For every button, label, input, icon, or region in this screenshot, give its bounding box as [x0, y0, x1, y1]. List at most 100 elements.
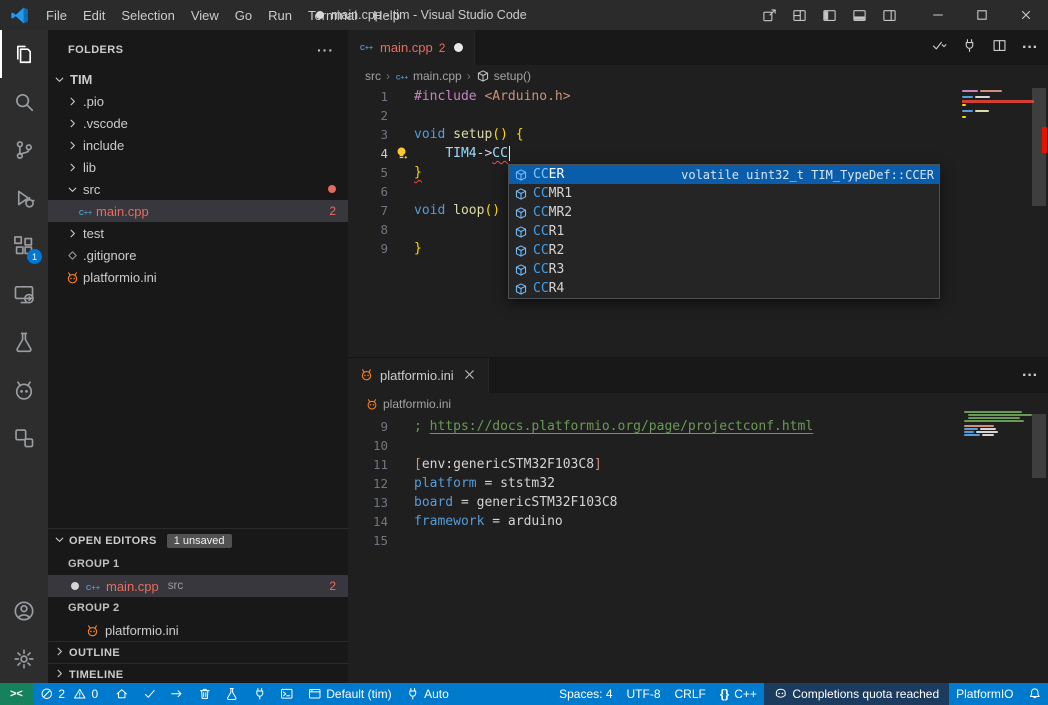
menu-view[interactable]: View: [183, 0, 227, 30]
tree-item-lib[interactable]: lib: [48, 156, 348, 178]
more-actions-icon[interactable]: ···: [317, 42, 334, 58]
activity-platformio[interactable]: [0, 366, 48, 414]
folders-section-header[interactable]: FOLDERS ···: [48, 36, 348, 64]
error-icon: [40, 687, 54, 701]
tree-item-include[interactable]: include: [48, 134, 348, 156]
split-editor-button[interactable]: [992, 38, 1007, 58]
activity-search[interactable]: [0, 78, 48, 126]
run-build-button[interactable]: [932, 38, 947, 58]
tab-main-cpp[interactable]: C++ main.cpp 2: [348, 30, 475, 65]
tree-item-test[interactable]: test: [48, 222, 348, 244]
code-line-11[interactable]: 11 [env:genericSTM32F103C8]: [348, 455, 1048, 474]
menu-file[interactable]: File: [38, 0, 75, 30]
open-editor-platformio.ini[interactable]: platformio.ini: [48, 619, 348, 641]
tree-item-main.cpp[interactable]: C++main.cpp2: [48, 200, 348, 222]
scrollbar[interactable]: [1032, 414, 1046, 478]
breadcrumb-src[interactable]: src: [365, 69, 381, 83]
tree-item-.vscode[interactable]: .vscode: [48, 112, 348, 134]
activity-source-control[interactable]: [0, 126, 48, 174]
breadcrumb-main.cpp[interactable]: C++main.cpp: [395, 69, 462, 83]
maximize-button[interactable]: [960, 0, 1004, 30]
customize-layout-button[interactable]: [784, 0, 814, 30]
minimap[interactable]: [962, 411, 1034, 445]
encoding-status[interactable]: UTF-8: [620, 683, 668, 705]
code-line-3[interactable]: 3 void setup() {: [348, 125, 1048, 144]
suggestion-CCR3[interactable]: CCR3: [509, 260, 939, 279]
breadcrumb-platformio.ini[interactable]: platformio.ini: [365, 397, 451, 411]
suggestion-CCR1[interactable]: CCR1: [509, 222, 939, 241]
pio-upload-button[interactable]: [163, 683, 191, 705]
breadcrumb-setup()[interactable]: setup(): [476, 69, 531, 83]
code-line-15[interactable]: 15: [348, 531, 1048, 550]
hierarchy-icon: [13, 427, 35, 449]
open-editor-main.cpp[interactable]: C++main.cpp src 2: [48, 575, 348, 597]
open-remote-window-button[interactable]: [754, 0, 784, 30]
activity-run-and-debug[interactable]: [0, 174, 48, 222]
pio-port-button[interactable]: Auto: [399, 683, 456, 705]
serial-monitor-button[interactable]: [962, 38, 977, 58]
suggestion-CCR4[interactable]: CCR4: [509, 279, 939, 298]
suggestion-CCR2[interactable]: CCR2: [509, 241, 939, 260]
tab-bar-group1: C++ main.cpp 2 ···: [348, 30, 1048, 65]
code-line-12[interactable]: 12 platform = ststm32: [348, 474, 1048, 493]
code-line-10[interactable]: 10: [348, 436, 1048, 455]
close-button[interactable]: [1004, 0, 1048, 30]
code-line-9[interactable]: 9 ; https://docs.platformio.org/page/pro…: [348, 417, 1048, 436]
menu-go[interactable]: Go: [227, 0, 260, 30]
activity-project-tasks[interactable]: [0, 414, 48, 462]
activity-explorer[interactable]: [0, 30, 48, 78]
activity-extensions[interactable]: 1: [0, 222, 48, 270]
activity-manage-settings[interactable]: [0, 635, 48, 683]
code-line-2[interactable]: 2: [348, 106, 1048, 125]
suggestion-CCMR2[interactable]: CCMR2: [509, 203, 939, 222]
tree-item-TIM[interactable]: TIM: [48, 68, 348, 90]
toggle-secondary-sidebar-button[interactable]: [874, 0, 904, 30]
activity-testing[interactable]: [0, 318, 48, 366]
problems-status[interactable]: 20: [33, 683, 108, 705]
pio-test-button[interactable]: [218, 683, 246, 705]
pio-build-button[interactable]: [136, 683, 164, 705]
code-line-1[interactable]: 1 #include <Arduino.h>: [348, 87, 1048, 106]
outline-section-header[interactable]: OUTLINE: [48, 641, 348, 663]
code-line-13[interactable]: 13 board = genericSTM32F103C8: [348, 493, 1048, 512]
pio-clean-button[interactable]: [191, 683, 219, 705]
remote-indicator[interactable]: ><: [0, 683, 33, 705]
activity-remote-explorer[interactable]: [0, 270, 48, 318]
minimap[interactable]: [962, 88, 1034, 128]
activity-accounts[interactable]: [0, 587, 48, 635]
pio-home-button[interactable]: [108, 683, 136, 705]
more-actions-button[interactable]: ···: [1022, 39, 1038, 57]
code-editor-platformio-ini[interactable]: 9 ; https://docs.platformio.org/page/pro…: [348, 417, 1048, 550]
pio-serial-monitor-button[interactable]: [246, 683, 274, 705]
layoutSidebarRight-icon: [882, 8, 897, 23]
pio-terminal-button[interactable]: [273, 683, 301, 705]
language-mode-status[interactable]: {}C++: [713, 683, 764, 705]
tree-item-src[interactable]: src: [48, 178, 348, 200]
menu-selection[interactable]: Selection: [113, 0, 182, 30]
copilot-status[interactable]: Completions quota reached: [764, 683, 949, 705]
timeline-section-header[interactable]: TIMELINE: [48, 663, 348, 683]
tab-dirty-dot[interactable]: [454, 43, 463, 52]
menu-run[interactable]: Run: [260, 0, 300, 30]
platformio-status[interactable]: PlatformIO: [949, 683, 1020, 705]
tree-item-.gitignore[interactable]: .gitignore: [48, 244, 348, 266]
tab-close-button[interactable]: [462, 367, 477, 385]
code-line-4[interactable]: 4 TIM4->CC: [348, 144, 1048, 163]
notifications-bell[interactable]: [1021, 683, 1048, 705]
tree-item-.pio[interactable]: .pio: [48, 90, 348, 112]
indentation-status[interactable]: Spaces: 4: [552, 683, 619, 705]
eol-status[interactable]: CRLF: [668, 683, 713, 705]
suggestion-CCMR1[interactable]: CCMR1: [509, 184, 939, 203]
tab-platformio-ini[interactable]: platformio.ini: [348, 358, 489, 393]
toggle-primary-sidebar-button[interactable]: [814, 0, 844, 30]
menu-edit[interactable]: Edit: [75, 0, 113, 30]
toggle-panel-button[interactable]: [844, 0, 874, 30]
open-editors-header[interactable]: OPEN EDITORS 1 unsaved: [48, 529, 348, 553]
pio-env-button[interactable]: Default (tim): [301, 683, 399, 705]
more-icon: ···: [1022, 367, 1038, 385]
tree-item-platformio.ini[interactable]: platformio.ini: [48, 266, 348, 288]
code-line-14[interactable]: 14 framework = arduino: [348, 512, 1048, 531]
minimize-button[interactable]: [916, 0, 960, 30]
more-actions-button[interactable]: ···: [1022, 367, 1038, 385]
suggestion-CCER[interactable]: CCER volatile uint32_t TIM_TypeDef::CCER: [509, 165, 939, 184]
